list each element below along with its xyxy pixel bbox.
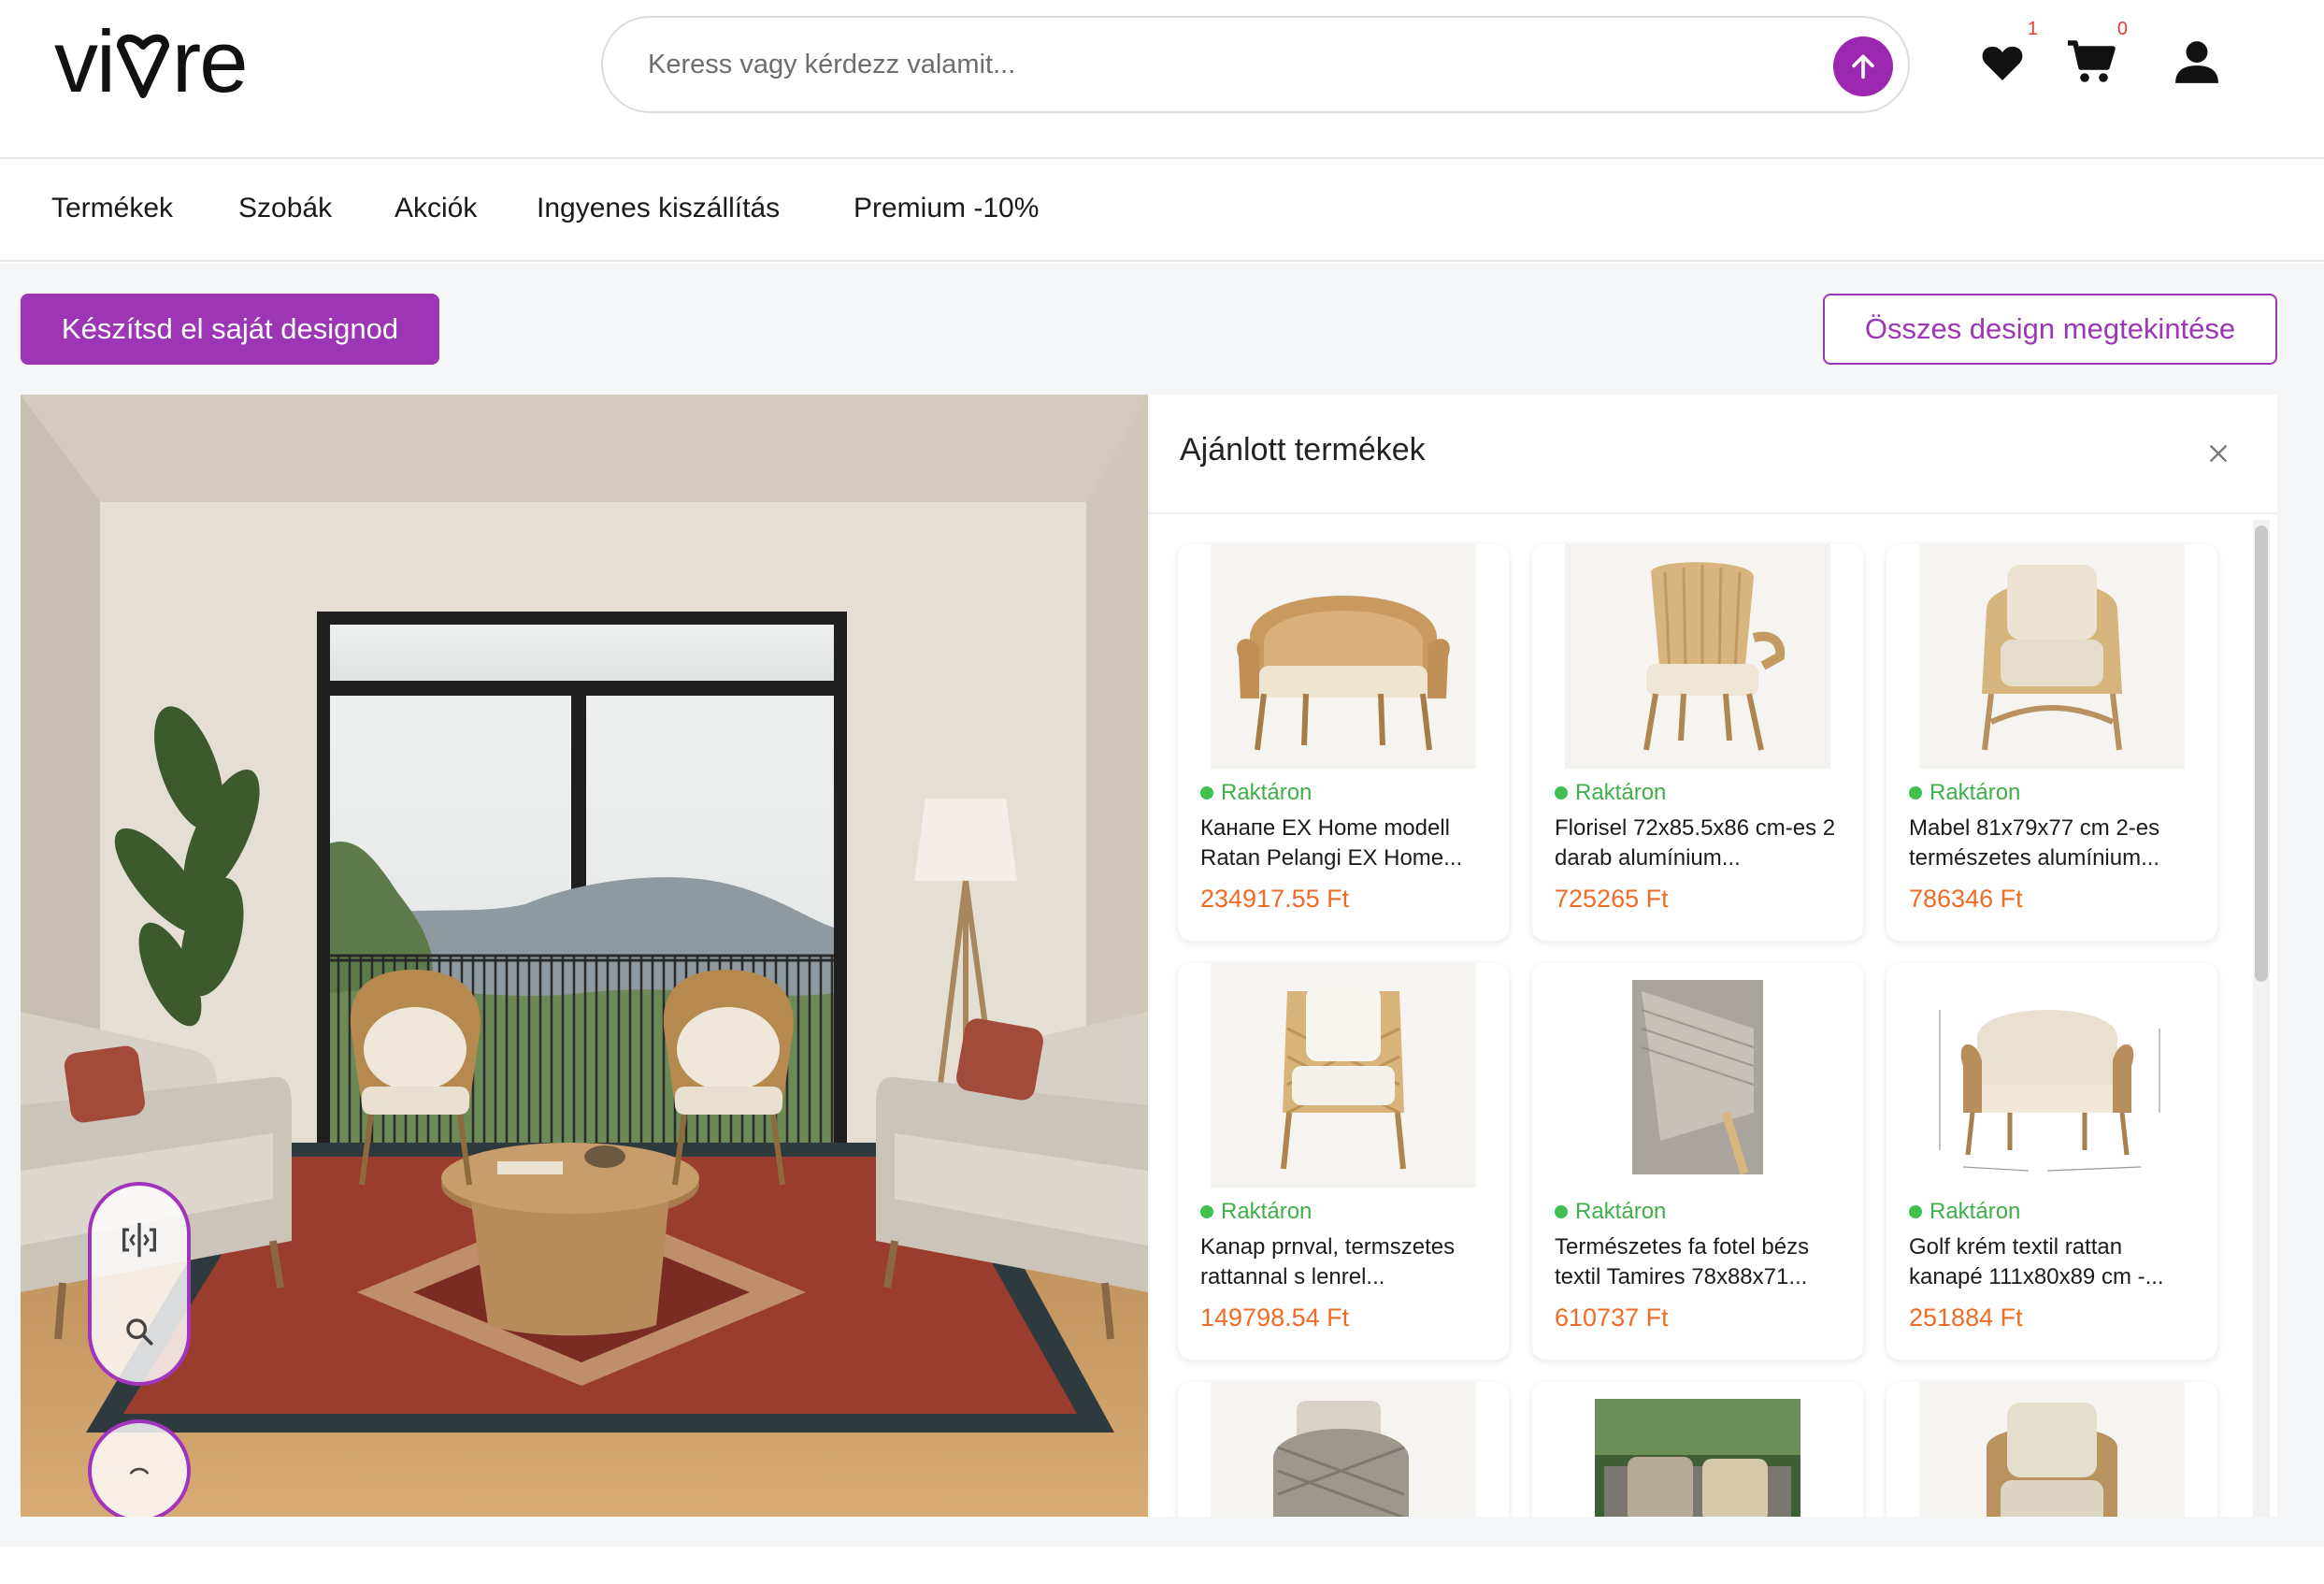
- product-card[interactable]: [1178, 1382, 1509, 1517]
- stock-status: Raktáron: [1909, 1199, 2020, 1225]
- compare-button[interactable]: [92, 1193, 187, 1287]
- in-stock-dot-icon: [1909, 1205, 1922, 1218]
- stock-status: Raktáron: [1555, 780, 1666, 806]
- panel-header: Ajánlott termékek: [1150, 395, 2277, 514]
- cart-icon: [2068, 40, 2116, 82]
- wishlist-button[interactable]: 1: [1974, 19, 2038, 90]
- product-price: 149798.54 Ft: [1200, 1303, 1350, 1332]
- outdoor-sofa-image: [1595, 1399, 1800, 1517]
- product-image: [1178, 1382, 1509, 1517]
- product-image: [1886, 963, 2217, 1188]
- stock-status: Raktáron: [1200, 780, 1312, 806]
- nav-item-rooms[interactable]: Szobák: [238, 193, 332, 224]
- product-image: [1532, 1382, 1863, 1517]
- rattan-sofa-dimensions-image: [1939, 1010, 2160, 1172]
- rope-chair-image: [1273, 1401, 1409, 1517]
- beige-fabric-chair-image: [1632, 980, 1763, 1175]
- product-card[interactable]: Raktáron Mabel 81x79x77 cm 2-es természe…: [1886, 544, 2217, 941]
- product-image: [1178, 544, 1509, 769]
- product-name[interactable]: Florisel 72x85.5x86 cm-es 2 darab alumín…: [1555, 814, 1844, 873]
- in-stock-dot-icon: [1200, 1205, 1213, 1218]
- search-input[interactable]: [648, 36, 1770, 93]
- wishlist-count-badge: 1: [2027, 19, 2038, 39]
- product-image: [1532, 544, 1863, 769]
- product-card[interactable]: [1886, 1382, 2217, 1517]
- logo-text-re: re: [171, 12, 249, 110]
- product-card[interactable]: Raktáron Kanap prnval, termszetes rattan…: [1178, 963, 1509, 1360]
- zoom-button[interactable]: [92, 1285, 187, 1378]
- scrollbar-thumb[interactable]: [2255, 526, 2268, 982]
- main-nav: Termékek Szobák Akciók Ingyenes kiszállí…: [0, 161, 2324, 262]
- logo-text-vi: vi: [54, 12, 116, 110]
- view-all-designs-button[interactable]: Összes design megtekintése: [1823, 294, 2277, 365]
- product-name[interactable]: Канапе EX Home modell Ratan Pelangi EX H…: [1200, 814, 1490, 873]
- cart-count-badge: 0: [2116, 19, 2128, 39]
- product-card[interactable]: [1532, 1382, 1863, 1517]
- close-panel-button[interactable]: [2197, 432, 2240, 475]
- room-illustration: [21, 395, 1148, 1517]
- cushioned-rattan-chair-image: [1982, 565, 2122, 751]
- zoom-icon: [126, 1318, 153, 1346]
- product-card[interactable]: Raktáron Golf krém textil rattan kanapé …: [1886, 963, 2217, 1360]
- collapse-tools-button[interactable]: [88, 1419, 191, 1517]
- in-stock-dot-icon: [1555, 1205, 1568, 1218]
- panel-scrollbar[interactable]: [2253, 520, 2270, 1517]
- user-icon: [2175, 41, 2218, 83]
- search-bar: [601, 16, 1910, 113]
- stock-status: Raktáron: [1200, 1199, 1312, 1225]
- in-stock-dot-icon: [1200, 786, 1213, 799]
- product-card[interactable]: Raktáron Florisel 72x85.5x86 cm-es 2 dar…: [1532, 544, 1863, 941]
- product-price: 725265 Ft: [1555, 885, 1669, 913]
- product-price: 251884 Ft: [1909, 1303, 2023, 1332]
- close-icon: [2210, 445, 2227, 462]
- product-image: [1178, 963, 1509, 1188]
- create-design-button[interactable]: Készítsd el saját designod: [21, 294, 439, 365]
- site-header: vi re 1 0: [0, 0, 2324, 159]
- product-image: [1886, 1382, 2217, 1517]
- room-tools-pill: [88, 1182, 191, 1386]
- account-button[interactable]: [2169, 34, 2225, 90]
- product-image: [1886, 544, 2217, 769]
- panel-title: Ajánlott termékek: [1180, 432, 1426, 468]
- compare-icon: [122, 1222, 156, 1258]
- stock-label: Raktáron: [1929, 780, 2021, 805]
- product-price: 234917.55 Ft: [1200, 885, 1350, 913]
- logo-heart-v: [116, 34, 169, 98]
- product-price: 610737 Ft: [1555, 1303, 1669, 1332]
- design-workspace: Készítsd el saját designod Összes design…: [0, 264, 2324, 1547]
- collapse-icon: [130, 1467, 149, 1475]
- cart-button[interactable]: 0: [2064, 19, 2128, 90]
- recommended-products-panel: Ajánlott termékek Raktáron Канапе EX Hom…: [1150, 395, 2277, 1517]
- nav-item-premium[interactable]: Premium -10%: [854, 193, 1039, 224]
- heart-icon: [1982, 46, 2023, 80]
- arrow-up-icon: [1852, 54, 1874, 79]
- in-stock-dot-icon: [1555, 786, 1568, 799]
- rattan-loveseat-image: [1237, 596, 1450, 751]
- stock-status: Raktáron: [1909, 780, 2020, 806]
- nav-item-sales[interactable]: Akciók: [395, 193, 477, 224]
- product-name[interactable]: Mabel 81x79x77 cm 2-es természetes alumí…: [1909, 814, 2199, 873]
- stock-label: Raktáron: [1221, 780, 1313, 805]
- in-stock-dot-icon: [1909, 786, 1922, 799]
- search-submit-button[interactable]: [1833, 36, 1893, 96]
- nav-item-free-shipping[interactable]: Ingyenes kiszállítás: [537, 193, 780, 224]
- product-price: 786346 Ft: [1909, 885, 2023, 913]
- nav-item-products[interactable]: Termékek: [51, 193, 173, 224]
- product-name[interactable]: Természetes fa fotel bézs textil Tamires…: [1555, 1232, 1844, 1292]
- product-card[interactable]: Raktáron Канапе EX Home modell Ratan Pel…: [1178, 544, 1509, 941]
- stock-label: Raktáron: [1575, 1199, 1667, 1224]
- product-image: [1532, 963, 1863, 1188]
- product-name[interactable]: Golf krém textil rattan kanapé 111x80x89…: [1909, 1232, 2199, 1292]
- rattan-armchair-image: [1643, 562, 1786, 751]
- rattan-armchair-white-cushion-image: [1281, 986, 1406, 1170]
- stock-status: Raktáron: [1555, 1199, 1666, 1225]
- vivre-logo[interactable]: vi re: [54, 12, 248, 110]
- cushioned-armchair-image: [1987, 1403, 2117, 1517]
- product-card[interactable]: Raktáron Természetes fa fotel bézs texti…: [1532, 963, 1863, 1360]
- product-name[interactable]: Kanap prnval, termszetes rattannal s len…: [1200, 1232, 1490, 1292]
- stock-label: Raktáron: [1575, 780, 1667, 805]
- room-design-view[interactable]: [21, 395, 1148, 1517]
- stock-label: Raktáron: [1929, 1199, 2021, 1224]
- stock-label: Raktáron: [1221, 1199, 1313, 1224]
